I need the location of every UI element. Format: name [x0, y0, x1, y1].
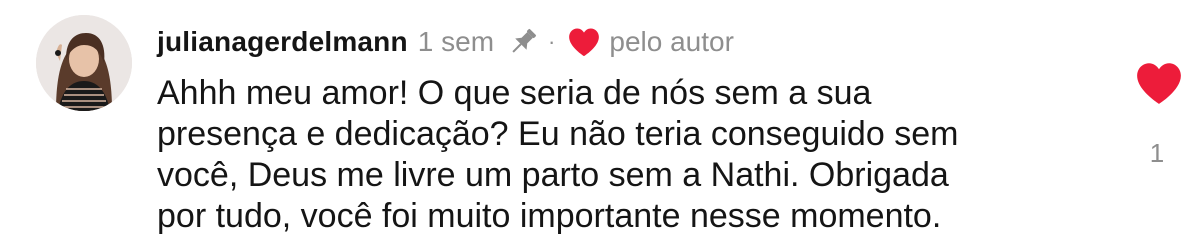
comment-text-line: por tudo, você foi muito importante ness…	[157, 197, 942, 235]
comment-item: julianagerdelmann 1 sem · pelo autor Ahh…	[0, 0, 1202, 241]
pin-icon	[506, 25, 540, 59]
liked-by-author-label: pelo autor	[609, 26, 734, 57]
comment-header: julianagerdelmann 1 sem · pelo autor	[157, 22, 734, 62]
separator-dot: ·	[548, 29, 556, 54]
heart-icon	[1137, 63, 1181, 104]
avatar[interactable]	[36, 15, 132, 111]
comment-text-line: Ahhh meu amor! O que seria de nós sem a …	[157, 74, 872, 112]
like-count[interactable]: 1	[1140, 138, 1174, 169]
comment-text-line: presença e dedicação? Eu não teria conse…	[157, 115, 959, 153]
comment-text: Ahhh meu amor! O que seria de nós sem a …	[157, 73, 1087, 237]
username-link[interactable]: julianagerdelmann	[157, 22, 408, 62]
like-button[interactable]	[1134, 60, 1184, 106]
avatar-image	[36, 15, 132, 111]
timestamp[interactable]: 1 sem	[418, 22, 494, 62]
heart-icon	[567, 26, 601, 58]
comment-text-line: você, Deus me livre um parto sem a Nathi…	[157, 156, 949, 194]
